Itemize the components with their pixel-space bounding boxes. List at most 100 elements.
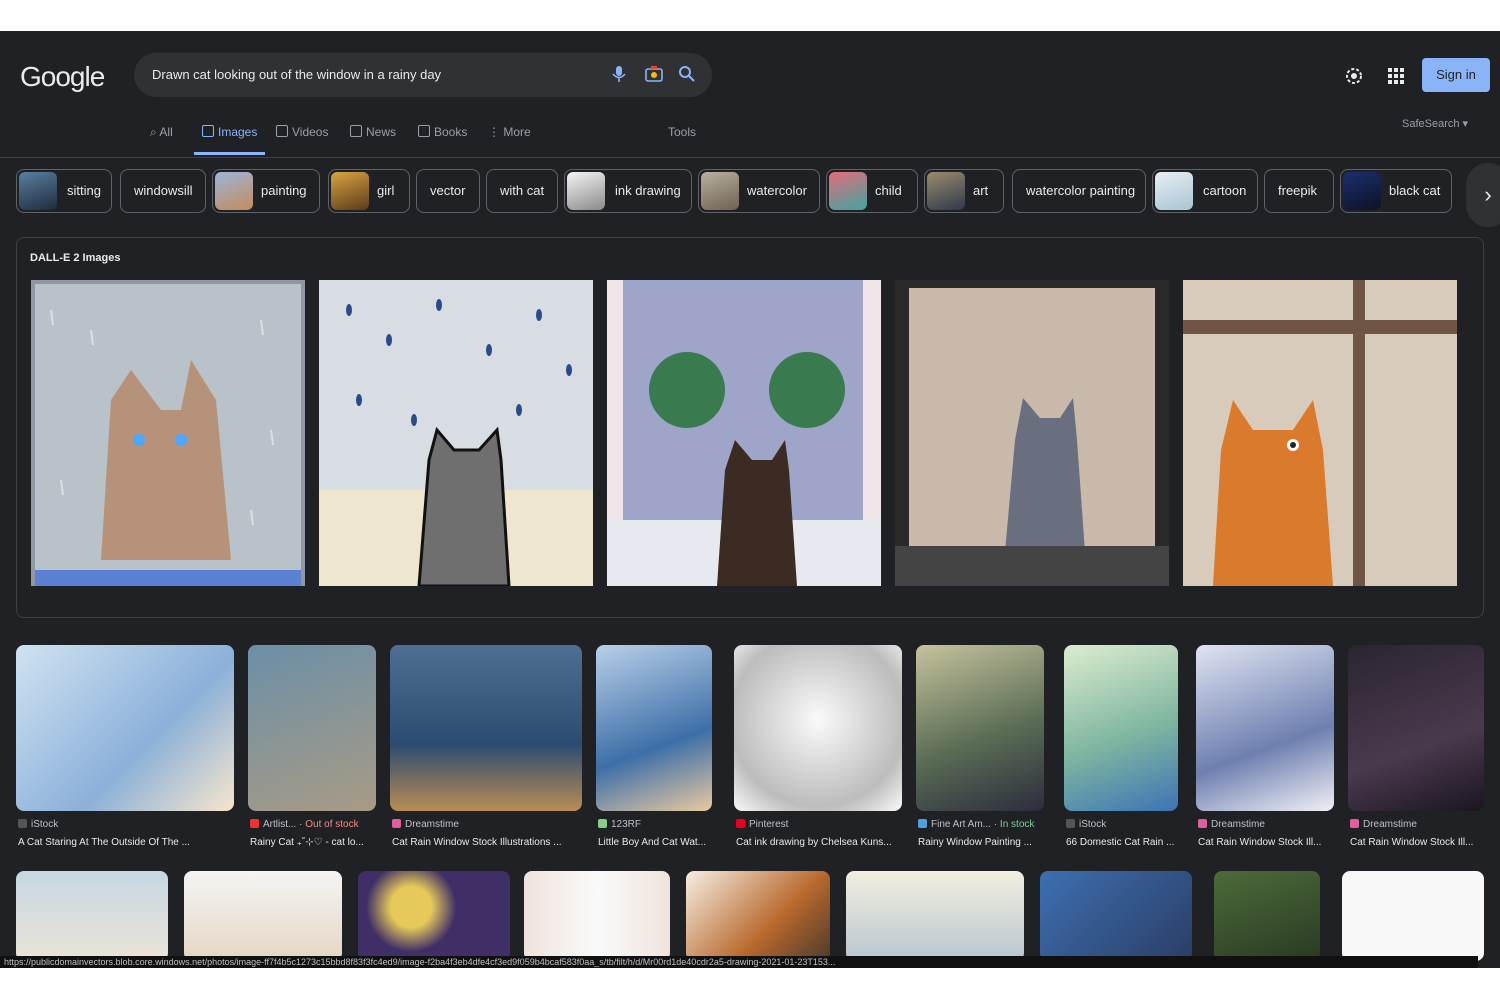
result-source: Artlist... · Out of stock xyxy=(250,819,359,830)
chip-girl[interactable]: girl xyxy=(328,169,410,213)
news-icon xyxy=(350,125,362,137)
source-favicon xyxy=(598,819,607,828)
chip-sitting[interactable]: sitting xyxy=(16,169,112,213)
source-favicon xyxy=(18,819,27,828)
result-thumbnail[interactable] xyxy=(1342,871,1484,961)
safesearch-dropdown[interactable]: SafeSearch ▾ xyxy=(1402,117,1468,130)
result-source: 123RF xyxy=(598,819,641,830)
search-icon: ⌕ xyxy=(150,125,160,139)
result-source: iStock xyxy=(18,819,58,830)
result-title[interactable]: Rainy Window Painting ... xyxy=(918,837,1048,848)
source-favicon xyxy=(1066,819,1075,828)
tab-videos[interactable]: Videos xyxy=(276,125,328,155)
result-source: Pinterest xyxy=(736,819,788,830)
dalle-images-section: DALL-E 2 Images xyxy=(16,237,1484,618)
chip-thumbnail xyxy=(829,172,867,210)
chip-thumbnail xyxy=(19,172,57,210)
result-thumbnail[interactable] xyxy=(734,645,902,811)
chip-freepik[interactable]: freepik xyxy=(1264,169,1334,213)
result-thumbnail[interactable] xyxy=(390,645,582,811)
chips-next-chevron-icon[interactable]: › xyxy=(1466,163,1500,227)
result-source: Fine Art Am... · In stock xyxy=(918,819,1034,830)
result-title[interactable]: Rainy Cat ₊˚⊹♡ - cat lo... xyxy=(250,837,380,848)
chip-black-cat[interactable]: black cat xyxy=(1340,169,1452,213)
result-thumbnail[interactable] xyxy=(1040,871,1192,961)
result-thumbnail[interactable] xyxy=(16,645,234,811)
google-logo[interactable]: Google xyxy=(20,61,105,93)
apps-grid-icon[interactable] xyxy=(1385,65,1407,87)
chip-watercolor[interactable]: watercolor xyxy=(698,169,820,213)
result-thumbnail[interactable] xyxy=(686,871,830,961)
chip-painting[interactable]: painting xyxy=(212,169,320,213)
sign-in-button[interactable]: Sign in xyxy=(1422,58,1490,92)
chip-ink-drawing[interactable]: ink drawing xyxy=(564,169,692,213)
result-source: Dreamstime xyxy=(1198,819,1265,830)
result-title[interactable]: Cat ink drawing by Chelsea Kuns... xyxy=(736,837,902,848)
dalle-image-5[interactable] xyxy=(1183,280,1457,586)
chip-thumbnail xyxy=(927,172,965,210)
result-title[interactable]: Little Boy And Cat Wat... xyxy=(598,837,718,848)
tab-all[interactable]: ⌕ All xyxy=(150,125,173,155)
result-source: iStock xyxy=(1066,819,1106,830)
result-title[interactable]: Cat Rain Window Stock Illustrations ... xyxy=(392,837,582,848)
result-thumbnail[interactable] xyxy=(596,645,712,811)
book-icon xyxy=(418,125,430,137)
chip-art[interactable]: art xyxy=(924,169,1004,213)
result-thumbnail[interactable] xyxy=(916,645,1044,811)
chip-vector[interactable]: vector xyxy=(416,169,480,213)
google-images-page: Google Drawn cat looking out of the wind… xyxy=(0,31,1500,968)
refinement-chips: sitting windowsill painting girl vector … xyxy=(16,169,1500,215)
search-icon[interactable] xyxy=(676,63,698,85)
search-input[interactable]: Drawn cat looking out of the window in a… xyxy=(152,67,441,82)
tab-images[interactable]: Images xyxy=(194,125,266,155)
chip-windowsill[interactable]: windowsill xyxy=(120,169,206,213)
result-title[interactable]: 66 Domestic Cat Rain ... xyxy=(1066,837,1186,848)
source-favicon xyxy=(1198,819,1207,828)
result-thumbnail[interactable] xyxy=(1348,645,1484,811)
image-icon xyxy=(202,125,214,137)
status-bar-url: https://publicdomainvectors.blob.core.wi… xyxy=(0,956,1478,968)
tab-books[interactable]: Books xyxy=(418,125,467,155)
settings-gear-icon[interactable] xyxy=(1343,65,1365,87)
chip-thumbnail xyxy=(1343,172,1381,210)
result-title[interactable]: Cat Rain Window Stock Ill... xyxy=(1350,837,1486,848)
dalle-image-3[interactable] xyxy=(607,280,881,586)
microphone-icon[interactable] xyxy=(608,63,630,85)
result-thumbnail[interactable] xyxy=(846,871,1024,961)
chip-with-cat[interactable]: with cat xyxy=(486,169,558,213)
result-source: Dreamstime xyxy=(392,819,459,830)
chip-thumbnail xyxy=(215,172,253,210)
search-box[interactable]: Drawn cat looking out of the window in a… xyxy=(134,53,712,97)
result-thumbnail[interactable] xyxy=(184,871,342,961)
header-divider xyxy=(0,157,1500,158)
result-thumbnail[interactable] xyxy=(248,645,376,811)
source-favicon xyxy=(250,819,259,828)
dalle-image-1[interactable] xyxy=(31,280,305,586)
result-thumbnail[interactable] xyxy=(524,871,670,961)
tab-more[interactable]: ⋮ More xyxy=(488,125,531,155)
source-favicon xyxy=(392,819,401,828)
result-thumbnail[interactable] xyxy=(1196,645,1334,811)
result-thumbnail[interactable] xyxy=(358,871,510,961)
source-favicon xyxy=(1350,819,1359,828)
dalle-image-2[interactable] xyxy=(319,280,593,586)
chip-cartoon[interactable]: cartoon xyxy=(1152,169,1258,213)
video-icon xyxy=(276,125,288,137)
result-thumbnail[interactable] xyxy=(1064,645,1178,811)
result-thumbnail[interactable] xyxy=(16,871,168,961)
result-source: Dreamstime xyxy=(1350,819,1417,830)
result-thumbnail[interactable] xyxy=(1214,871,1320,961)
tab-news[interactable]: News xyxy=(350,125,396,155)
result-title[interactable]: A Cat Staring At The Outside Of The ... xyxy=(18,837,234,848)
section-heading: DALL-E 2 Images xyxy=(30,252,121,264)
dalle-image-4[interactable] xyxy=(895,280,1169,586)
chip-thumbnail xyxy=(701,172,739,210)
result-title[interactable]: Cat Rain Window Stock Ill... xyxy=(1198,837,1334,848)
chip-child[interactable]: child xyxy=(826,169,918,213)
chip-watercolor-painting[interactable]: watercolor painting xyxy=(1012,169,1146,213)
camera-lens-icon[interactable] xyxy=(643,63,665,85)
tools-button[interactable]: Tools xyxy=(668,125,696,139)
chip-thumbnail xyxy=(331,172,369,210)
source-favicon xyxy=(736,819,745,828)
source-favicon xyxy=(918,819,927,828)
